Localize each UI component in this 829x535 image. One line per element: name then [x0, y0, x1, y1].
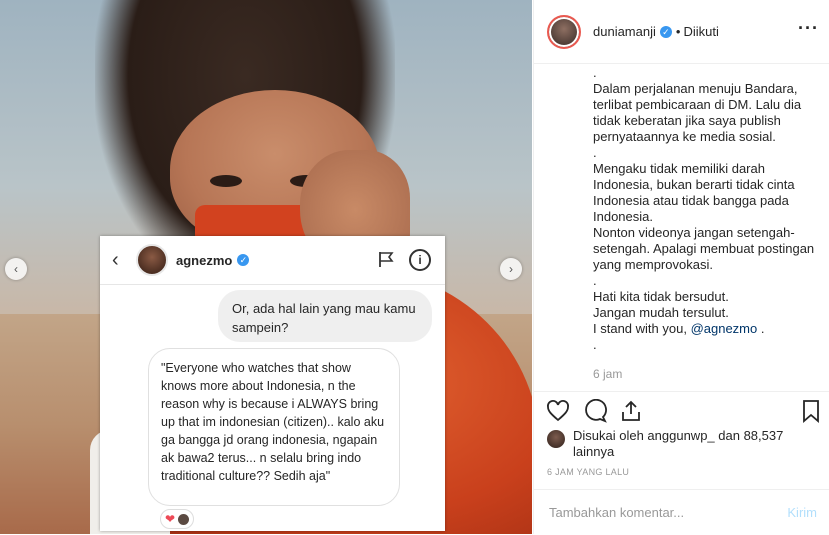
caption-time: 6 jam [593, 367, 623, 381]
post-photo[interactable]: ‹ › ‹ agnezmo ✓ i Or, ada hal lain yang … [0, 0, 532, 534]
post-caption: . Dalam perjalanan menuju Bandara, terli… [593, 65, 825, 353]
separator-dot: • [675, 24, 681, 39]
following-status[interactable]: Diikuti [683, 24, 718, 39]
heart-icon[interactable] [546, 399, 570, 423]
dm-screenshot: ‹ agnezmo ✓ i Or, ada hal lain yang mau … [100, 236, 445, 531]
previous-arrow-icon[interactable]: ‹ [5, 258, 27, 280]
mention-link[interactable]: @agnezmo [691, 321, 758, 336]
owner-avatar[interactable] [547, 14, 581, 49]
dm-avatar [136, 244, 168, 276]
comment-bar: Kirim [534, 489, 829, 535]
verified-badge-icon: ✓ [659, 25, 672, 38]
comment-input[interactable] [547, 504, 771, 521]
post-header: duniamanji ✓ • Diikuti ··· [534, 0, 829, 64]
likes-text[interactable]: Disukai oleh anggunwp_ dan 88,537 lainny… [573, 428, 822, 460]
chevron-left-icon: ‹ [112, 248, 119, 271]
action-bar [534, 391, 829, 430]
message-reactions: ❤ [160, 509, 195, 529]
comment-icon[interactable] [583, 399, 607, 423]
owner-username[interactable]: duniamanji [593, 24, 656, 39]
reactor-avatar [178, 513, 190, 525]
verified-badge-icon: ✓ [237, 254, 250, 266]
post-timestamp: 6 JAM YANG LALU [547, 467, 630, 477]
post-comment-button[interactable]: Kirim [787, 505, 817, 520]
share-icon[interactable] [619, 399, 643, 423]
incoming-message: "Everyone who watches that show knows mo… [148, 348, 400, 506]
likes-summary: Disukai oleh anggunwp_ dan 88,537 lainny… [547, 428, 822, 460]
flag-icon [377, 250, 395, 273]
dm-username: agnezmo [176, 252, 233, 268]
info-icon: i [409, 249, 431, 271]
left-eye [210, 175, 242, 187]
dm-header: ‹ agnezmo ✓ i [100, 236, 445, 285]
liker-avatar[interactable] [547, 430, 565, 448]
heart-icon: ❤ [165, 512, 176, 526]
next-arrow-icon[interactable]: › [500, 258, 522, 280]
outgoing-message: Or, ada hal lain yang mau kamu sampein? [218, 290, 432, 342]
bookmark-icon[interactable] [799, 399, 823, 423]
caption-text: . Dalam perjalanan menuju Bandara, terli… [593, 65, 815, 336]
post-sidebar: duniamanji ✓ • Diikuti ··· . Dalam perja… [533, 0, 829, 534]
more-options-icon[interactable]: ··· [798, 18, 819, 39]
